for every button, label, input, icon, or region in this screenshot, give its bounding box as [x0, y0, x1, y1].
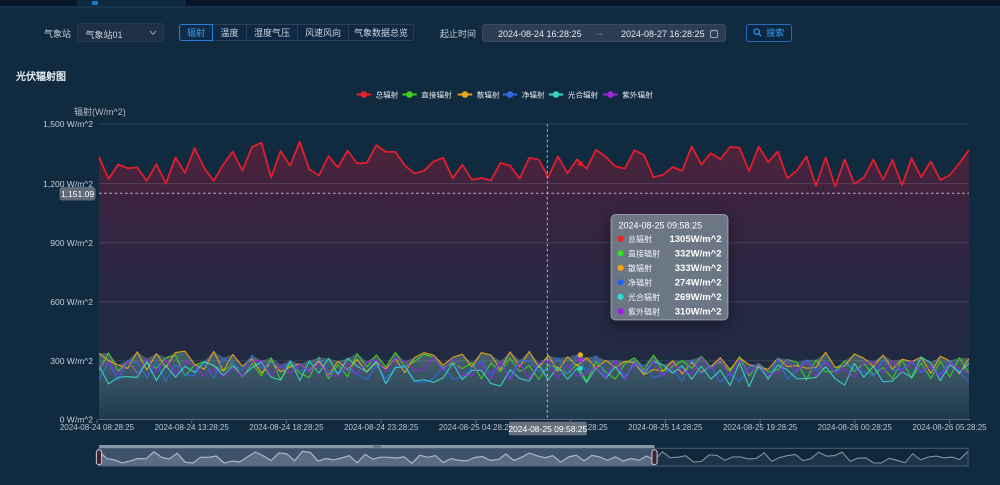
svg-text:直接辐射: 直接辐射: [628, 248, 660, 258]
svg-text:2024-08-25 04:28:25: 2024-08-25 04:28:25: [439, 423, 514, 432]
svg-text:310W/m^2: 310W/m^2: [675, 307, 722, 318]
svg-text:1305W/m^2: 1305W/m^2: [669, 234, 721, 245]
svg-text:直接辐射: 直接辐射: [421, 90, 452, 100]
svg-text:总辐射: 总辐射: [376, 90, 399, 100]
svg-text:1,151.09: 1,151.09: [61, 189, 94, 199]
svg-text:2024-08-24 13:28:25: 2024-08-24 13:28:25: [155, 423, 230, 432]
svg-text:2024-08-26 00:28:25: 2024-08-26 00:28:25: [818, 423, 893, 432]
svg-text:2024-08-24 08:28:25: 2024-08-24 08:28:25: [60, 423, 135, 432]
svg-text:紫外辐射: 紫外辐射: [628, 306, 660, 316]
svg-text:紫外辐射: 紫外辐射: [622, 90, 653, 100]
svg-text:净辐射: 净辐射: [628, 277, 652, 287]
svg-text:600 W/m^2: 600 W/m^2: [50, 297, 93, 307]
svg-text:332W/m^2: 332W/m^2: [675, 249, 722, 260]
svg-text:269W/m^2: 269W/m^2: [675, 292, 722, 303]
svg-text:2024-08-25 14:28:25: 2024-08-25 14:28:25: [628, 423, 703, 432]
svg-text:900 W/m^2: 900 W/m^2: [50, 238, 93, 248]
svg-text:净辐射: 净辐射: [522, 90, 545, 100]
svg-text:总辐射: 总辐射: [628, 234, 652, 244]
svg-text:辐射(W/m^2): 辐射(W/m^2): [74, 106, 126, 117]
svg-text:2024-08-24 23:28:25: 2024-08-24 23:28:25: [344, 423, 419, 432]
svg-text:2024-08-25 09:58:25: 2024-08-25 09:58:25: [619, 220, 703, 230]
svg-text:2024-08-24 18:28:25: 2024-08-24 18:28:25: [249, 423, 324, 432]
svg-text:2024-08-26 05:28:25: 2024-08-26 05:28:25: [912, 423, 987, 432]
svg-text:2024-08-25 19:28:25: 2024-08-25 19:28:25: [723, 423, 798, 432]
svg-text:光合辐射: 光合辐射: [568, 90, 599, 100]
svg-text:1,500 W/m^2: 1,500 W/m^2: [43, 119, 93, 129]
svg-text:333W/m^2: 333W/m^2: [675, 263, 722, 274]
svg-text:光合辐射: 光合辐射: [628, 292, 660, 302]
svg-text:散辐射: 散辐射: [477, 90, 500, 100]
svg-text:散辐射: 散辐射: [628, 263, 652, 273]
svg-text:300 W/m^2: 300 W/m^2: [50, 356, 93, 366]
svg-text:274W/m^2: 274W/m^2: [675, 278, 722, 289]
svg-text:2024-08-25 09:58:25: 2024-08-25 09:58:25: [508, 424, 587, 434]
